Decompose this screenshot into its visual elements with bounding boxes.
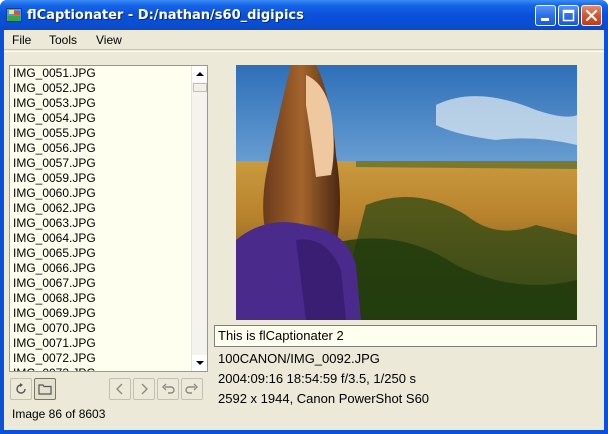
file-list[interactable]: IMG_0051.JPG IMG_0052.JPG IMG_0053.JPG IMG_… — [9, 65, 208, 372]
undo-icon — [162, 383, 175, 394]
next-icon — [141, 383, 148, 395]
file-list-item[interactable]: IMG_0053.JPG — [10, 96, 191, 111]
file-list-item[interactable]: IMG_0057.JPG — [10, 156, 191, 171]
undo-button[interactable] — [157, 378, 179, 400]
title-separator: - — [123, 8, 138, 23]
window-title: flCaptionater - D:/nathan/s60_digipics — [27, 7, 304, 24]
info-camera: 2592 x 1944, Canon PowerShot S60 — [218, 391, 430, 406]
file-list-item[interactable]: IMG_0064.JPG — [10, 231, 191, 246]
file-list-item[interactable]: IMG_0062.JPG — [10, 201, 191, 216]
prev-icon — [116, 383, 123, 395]
file-list-item[interactable]: IMG_0063.JPG — [10, 216, 191, 231]
photo-preview — [236, 65, 577, 320]
file-list-item[interactable]: IMG_0055.JPG — [10, 126, 191, 141]
previous-image-button[interactable] — [109, 378, 131, 400]
maximize-icon — [562, 9, 575, 22]
file-list-item[interactable]: IMG_0073.JPG — [10, 366, 191, 371]
file-list-item[interactable]: IMG_0065.JPG — [10, 246, 191, 261]
next-image-button[interactable] — [133, 378, 155, 400]
status-text: Image 86 of 8603 — [12, 407, 106, 421]
scroll-down-icon — [196, 361, 204, 365]
minimize-button[interactable] — [535, 5, 556, 26]
file-list-item[interactable]: IMG_0056.JPG — [10, 141, 191, 156]
title-app-name: flCaptionater — [27, 8, 124, 23]
file-list-item[interactable]: IMG_0068.JPG — [10, 291, 191, 306]
file-list-scrollbar[interactable] — [191, 66, 207, 371]
caption-input[interactable]: This is flCaptionater 2 — [214, 325, 597, 347]
menu-view[interactable]: View — [96, 33, 122, 48]
info-filename: 100CANON/IMG_0092.JPG — [218, 351, 380, 366]
file-list-item[interactable]: IMG_0060.JPG — [10, 186, 191, 201]
folder-icon — [38, 384, 52, 395]
file-list-item[interactable]: IMG_0071.JPG — [10, 336, 191, 351]
app-window: flCaptionater - D:/nathan/s60_digipics F… — [0, 0, 608, 434]
scroll-thumb[interactable] — [193, 83, 207, 92]
menu-bar: File Tools View — [4, 30, 604, 50]
scroll-up-button[interactable] — [192, 66, 207, 82]
title-path: D:/nathan/s60_digipics — [137, 8, 304, 23]
close-icon — [585, 9, 598, 22]
title-bar[interactable]: flCaptionater - D:/nathan/s60_digipics — [0, 0, 608, 30]
file-list-item[interactable]: IMG_0069.JPG — [10, 306, 191, 321]
redo-icon — [185, 383, 198, 394]
file-list-item[interactable]: IMG_0052.JPG — [10, 81, 191, 96]
file-list-item[interactable]: IMG_0067.JPG — [10, 276, 191, 291]
file-list-item[interactable]: IMG_0066.JPG — [10, 261, 191, 276]
scroll-down-button[interactable] — [192, 355, 207, 371]
file-list-item[interactable]: IMG_0072.JPG — [10, 351, 191, 366]
menu-tools[interactable]: Tools — [49, 33, 77, 48]
close-button[interactable] — [581, 5, 602, 26]
file-items: IMG_0051.JPG IMG_0052.JPG IMG_0053.JPG IMG_… — [10, 66, 191, 371]
app-icon — [6, 8, 22, 22]
menu-file[interactable]: File — [12, 33, 31, 48]
file-list-item[interactable]: IMG_0054.JPG — [10, 111, 191, 126]
refresh-icon — [16, 383, 26, 394]
client-area: File Tools View IMG_0051.JPG IMG_0052.JPG… — [4, 30, 604, 430]
scroll-up-icon — [196, 72, 204, 76]
refresh-button[interactable] — [10, 378, 32, 400]
redo-button[interactable] — [181, 378, 203, 400]
file-list-item[interactable]: IMG_0059.JPG — [10, 171, 191, 186]
info-exposure: 2004:09:16 18:54:59 f/3.5, 1/250 s — [218, 371, 417, 386]
open-folder-button[interactable] — [34, 378, 56, 400]
minimize-icon — [541, 18, 549, 21]
maximize-button[interactable] — [558, 5, 579, 26]
file-list-item[interactable]: IMG_0070.JPG — [10, 321, 191, 336]
file-list-item[interactable]: IMG_0051.JPG — [10, 66, 191, 81]
